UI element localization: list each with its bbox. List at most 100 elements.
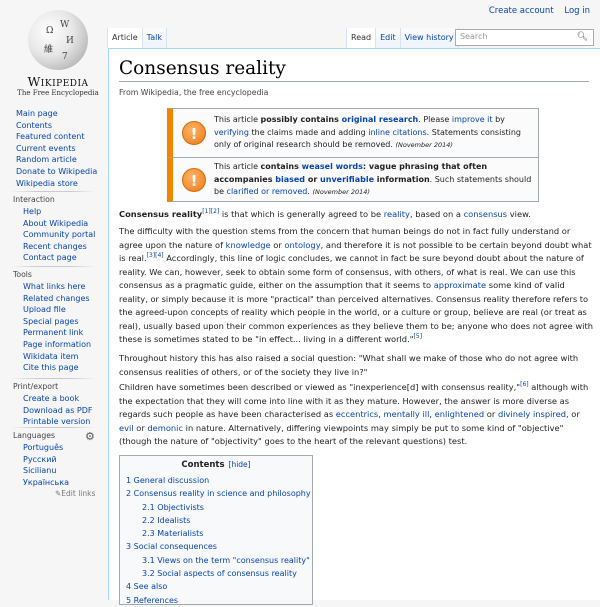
paragraph: The difficulty with the question stems f… <box>119 225 593 347</box>
language-link-portugues[interactable]: Português <box>0 442 108 454</box>
language-link-sicilianu[interactable]: Sicilianu <box>0 465 108 477</box>
sidebar-item-special-pages[interactable]: Special pages <box>0 316 108 328</box>
tab-article[interactable]: Article <box>107 28 143 48</box>
knowledge-link[interactable]: knowledge <box>226 240 271 250</box>
tab-talk[interactable]: Talk <box>142 28 167 48</box>
sidebar-item-contents[interactable]: Contents <box>0 120 108 132</box>
sidebar-item-featured-content[interactable]: Featured content <box>0 131 108 143</box>
toc-title: Contents <box>181 460 225 470</box>
sidebar-item-about[interactable]: About Wikipedia <box>0 218 108 230</box>
sidebar-heading-tools: Tools <box>13 270 32 279</box>
view-tabs: Read Edit View history <box>346 28 459 48</box>
sidebar-item-wikidata-item[interactable]: Wikidata item <box>0 351 108 363</box>
text: , or <box>566 409 580 419</box>
notice-date: (November 2014) <box>312 188 370 196</box>
evil-link[interactable]: evil <box>119 423 134 433</box>
sidebar-heading-interaction: Interaction <box>13 195 55 204</box>
toc-item[interactable]: 2.3 Materialists <box>126 527 306 540</box>
text: This article <box>214 162 261 171</box>
edit-links[interactable]: ✎Edit links <box>0 488 108 500</box>
toc-item[interactable]: 4 See also <box>126 580 306 593</box>
toc-item[interactable]: 3.1 Views on the term "consensus reality… <box>126 554 310 567</box>
improve-it-link[interactable]: improve it <box>452 115 493 124</box>
original-research-notice: ! This article possibly contains origina… <box>167 108 539 158</box>
notice-text: This article contains weasel words: vagu… <box>214 161 532 199</box>
sidebar-item-current-events[interactable]: Current events <box>0 143 108 155</box>
search-placeholder: Search <box>460 32 488 41</box>
personal-tools: Create account Log in <box>481 6 590 16</box>
sidebar-item-community-portal[interactable]: Community portal <box>0 229 108 241</box>
clarified-or-removed-link[interactable]: clarified or removed <box>227 187 308 196</box>
text: Children have sometimes been described o… <box>119 382 521 392</box>
citation-ref[interactable]: [1][2] <box>202 208 219 215</box>
sidebar-item-related-changes[interactable]: Related changes <box>0 293 108 305</box>
sidebar-item-download-pdf[interactable]: Download as PDF <box>0 405 108 417</box>
sidebar-item-donate[interactable]: Donate to Wikipedia <box>0 166 108 178</box>
puzzle-globe-icon: Ω W И 維 7 <box>28 10 88 70</box>
toc-item[interactable]: 2.2 Idealists <box>126 514 306 527</box>
toc-item[interactable]: 2 Consensus reality in science and philo… <box>126 487 311 500</box>
reality-link[interactable]: reality <box>384 209 410 219</box>
ontology-link[interactable]: ontology <box>284 240 320 250</box>
text: or <box>270 239 285 250</box>
globe-glyph: Ω <box>46 26 54 36</box>
sidebar-item-contact-page[interactable]: Contact page <box>0 252 108 264</box>
eccentrics-link[interactable]: eccentrics <box>336 409 378 419</box>
toc-hide-toggle[interactable]: [hide] <box>229 460 251 469</box>
citation-ref[interactable]: [6] <box>520 381 529 388</box>
language-link-ukrainian[interactable]: Українська <box>0 477 108 489</box>
log-in-link[interactable]: Log in <box>564 6 590 16</box>
original-research-link[interactable]: original research <box>342 115 419 124</box>
sidebar-item-page-information[interactable]: Page information <box>0 339 108 351</box>
weasel-words-notice: ! This article contains weasel words: va… <box>167 157 539 202</box>
text: is that which is generally agreed to be <box>219 209 384 219</box>
tab-read[interactable]: Read <box>346 28 377 48</box>
sidebar-heading-print: Print/export <box>13 382 59 391</box>
logo-wordmark: Wikipedia <box>27 74 89 89</box>
approximate-link[interactable]: approximate <box>434 280 486 290</box>
toc-item[interactable]: 2.1 Objectivists <box>126 501 306 514</box>
sidebar-item-store[interactable]: Wikipedia store <box>0 178 108 190</box>
create-account-link[interactable]: Create account <box>489 6 554 16</box>
sidebar-item-cite-this-page[interactable]: Cite this page <box>0 362 108 374</box>
namespace-tabs: Article Talk <box>107 28 167 48</box>
text: information <box>374 174 430 184</box>
paragraph: Children have sometimes been described o… <box>119 381 593 449</box>
sidebar-interaction: Interaction Help About Wikipedia Communi… <box>0 191 108 264</box>
gear-icon[interactable]: ⚙ <box>85 431 95 442</box>
sidebar-item-permanent-link[interactable]: Permanent link <box>0 327 108 339</box>
verifying-link[interactable]: verifying <box>214 128 249 137</box>
sidebar-item-upload-file[interactable]: Upload file <box>0 304 108 316</box>
tab-edit[interactable]: Edit <box>376 28 401 48</box>
unverifiable-link[interactable]: unverifiable <box>320 175 374 184</box>
inline-citations-link[interactable]: inline citations <box>368 128 426 137</box>
mentally-ill-link[interactable]: mentally ill <box>384 409 430 419</box>
sidebar-item-main-page[interactable]: Main page <box>0 108 108 120</box>
consensus-link[interactable]: consensus <box>464 209 508 219</box>
text: the claims made and adding <box>248 127 369 137</box>
toc-item[interactable]: 1 General discussion <box>126 474 306 487</box>
sidebar-item-what-links-here[interactable]: What links here <box>0 281 108 293</box>
biased-link[interactable]: biased <box>275 175 305 184</box>
search-input[interactable]: Search 🔍︎ <box>455 29 594 46</box>
toc-item[interactable]: 5 References <box>126 594 306 607</box>
citation-ref[interactable]: [3][4] <box>147 252 164 259</box>
enlightened-link[interactable]: enlightened <box>435 409 485 419</box>
weasel-words-link[interactable]: weasel words <box>302 162 363 171</box>
demonic-link[interactable]: demonic <box>147 423 183 433</box>
divinely-inspired-link[interactable]: divinely inspired <box>498 409 566 419</box>
text: by <box>492 115 505 124</box>
globe-glyph: W <box>60 20 70 30</box>
toc-item[interactable]: 3 Social consequences <box>126 540 306 553</box>
search-icon[interactable]: 🔍︎ <box>577 32 588 42</box>
globe-glyph: 維 <box>44 45 54 55</box>
tab-view-history[interactable]: View history <box>400 28 459 48</box>
sidebar-item-help[interactable]: Help <box>0 206 108 218</box>
sidebar-item-create-book[interactable]: Create a book <box>0 393 108 405</box>
citation-ref[interactable]: [5] <box>414 333 423 340</box>
sidebar-item-recent-changes[interactable]: Recent changes <box>0 241 108 253</box>
sidebar-item-random-article[interactable]: Random article <box>0 154 108 166</box>
wikipedia-logo[interactable]: Ω W И 維 7 Wikipedia The Free Encyclopedi… <box>8 6 108 97</box>
toc-item[interactable]: 3.2 Social aspects of consensus reality <box>126 567 306 580</box>
language-link-russian[interactable]: Русский <box>0 454 108 466</box>
